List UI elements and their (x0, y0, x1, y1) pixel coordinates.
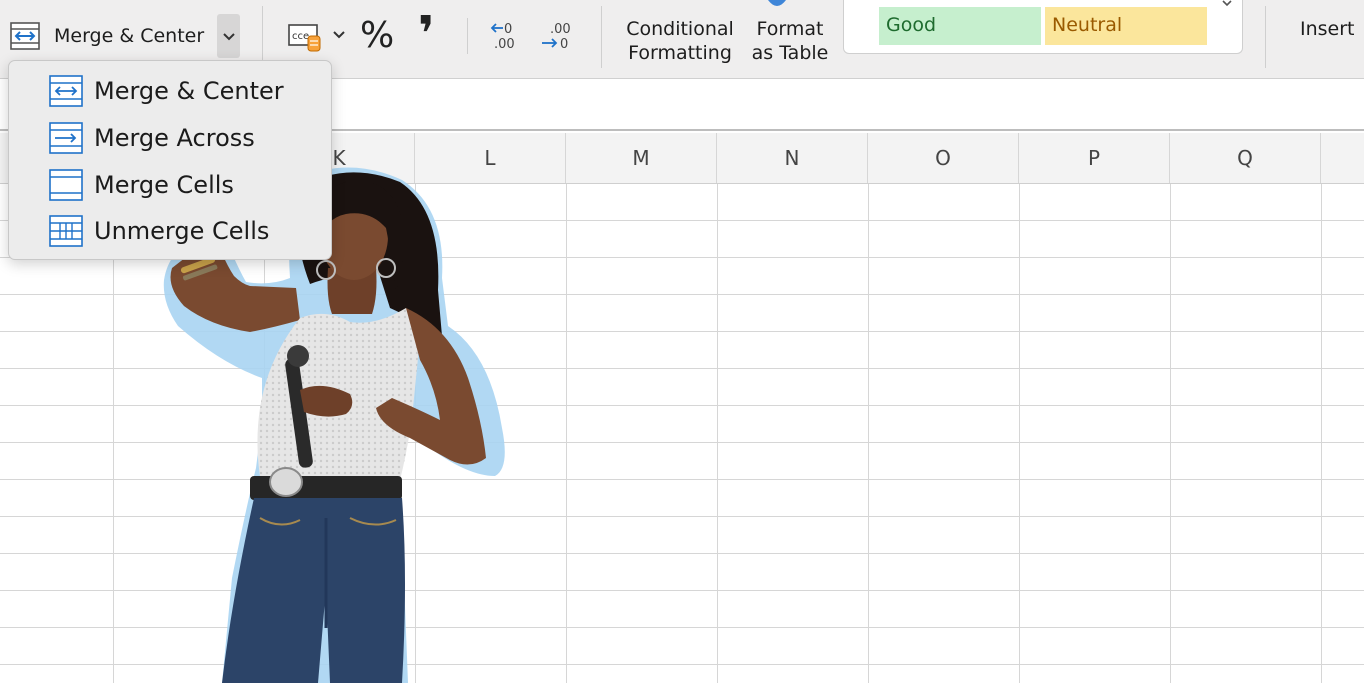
conditional-formatting-line2: Formatting (628, 42, 732, 64)
svg-text:0: 0 (504, 22, 512, 37)
merge-across-icon (49, 122, 83, 154)
menu-item-label: Unmerge Cells (94, 217, 270, 245)
menu-item-merge-cells[interactable]: Merge Cells (49, 165, 234, 205)
cell-styles-gallery: Good Neutral (843, 0, 1243, 54)
column-header-o[interactable]: O (868, 133, 1019, 183)
merge-dropdown-menu: Merge & Center Merge Across Merge Cells (8, 60, 332, 260)
menu-item-merge-center[interactable]: Merge & Center (49, 71, 284, 111)
column-header-n[interactable]: N (717, 133, 868, 183)
column-header-p[interactable]: P (1019, 133, 1170, 183)
column-label: M (632, 146, 650, 170)
number-format-chevron-icon[interactable] (333, 30, 345, 40)
comma-style-button[interactable]: ❜ (418, 8, 435, 60)
format-table-icon (768, 0, 786, 6)
conditional-formatting-line1: Conditional (626, 18, 734, 40)
menu-item-unmerge-cells[interactable]: Unmerge Cells (49, 211, 269, 251)
column-label: N (784, 146, 800, 170)
ribbon-separator (467, 18, 468, 54)
column-label: P (1087, 146, 1101, 170)
conditional-formatting-button[interactable]: Conditional Formatting (624, 17, 736, 65)
decrease-decimal-icon[interactable]: 0 .00 (490, 20, 524, 54)
svg-text:cce: cce (292, 31, 309, 42)
format-as-table-button[interactable]: Format as Table (748, 17, 832, 65)
menu-item-label: Merge Cells (94, 171, 234, 199)
format-as-table-line2: as Table (751, 42, 829, 64)
column-label: O (935, 146, 951, 170)
format-as-table-line1: Format (756, 18, 824, 40)
gallery-scroll-icon[interactable] (1222, 0, 1232, 8)
svg-text:0: 0 (560, 37, 568, 52)
ribbon-separator (262, 6, 263, 68)
style-neutral[interactable]: Neutral (1045, 7, 1207, 45)
insert-button[interactable]: Insert (1300, 17, 1355, 41)
increase-decimal-icon[interactable]: .00 0 (540, 20, 574, 54)
merge-cells-icon (49, 169, 83, 201)
merge-center-button[interactable]: Merge & Center (10, 16, 204, 56)
ribbon-separator (1265, 6, 1266, 68)
svg-text:.00: .00 (494, 37, 515, 52)
style-good[interactable]: Good (879, 7, 1041, 45)
unmerge-cells-icon (49, 215, 83, 247)
menu-item-label: Merge & Center (94, 77, 284, 105)
chevron-down-icon (222, 32, 235, 40)
ribbon-separator (601, 6, 602, 68)
merge-center-icon (10, 22, 40, 50)
svg-text:.00: .00 (550, 22, 571, 37)
menu-item-merge-across[interactable]: Merge Across (49, 118, 255, 158)
merge-center-label: Merge & Center (54, 25, 205, 47)
column-header-q[interactable]: Q (1170, 133, 1321, 183)
percent-style-button[interactable]: % (360, 14, 394, 58)
merge-dropdown-arrow[interactable] (217, 14, 240, 58)
menu-item-label: Merge Across (94, 124, 255, 152)
column-label: Q (1237, 146, 1253, 170)
merge-center-icon (49, 75, 83, 107)
number-format-icon[interactable]: cce (288, 22, 322, 52)
column-header-m[interactable]: M (566, 133, 717, 183)
